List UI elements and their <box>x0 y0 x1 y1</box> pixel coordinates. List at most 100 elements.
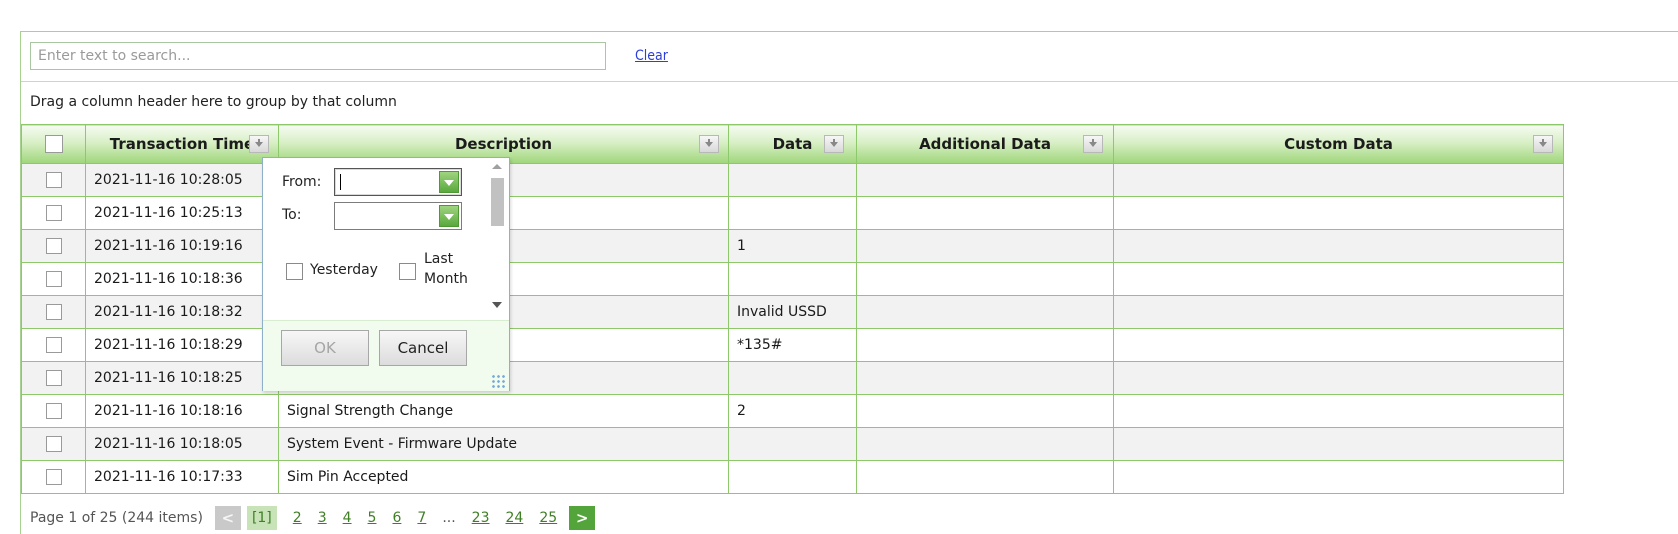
row-checkbox[interactable] <box>45 370 62 386</box>
page-link[interactable]: 4 <box>343 510 352 526</box>
row-spacer <box>1563 163 1672 197</box>
row-select-cell <box>21 163 86 197</box>
cell-data <box>728 460 857 494</box>
row-spacer <box>1563 295 1672 329</box>
search-input[interactable] <box>30 42 606 70</box>
pager: Page 1 of 25 (244 items) < [1] 2 3 4 5 6 7...… <box>21 503 596 533</box>
row-checkbox[interactable] <box>45 205 62 221</box>
row-checkbox[interactable] <box>45 436 62 452</box>
to-date-input[interactable] <box>334 202 462 230</box>
table-row[interactable]: 2021-11-16 10:17:33 Sim Pin Accepted <box>21 460 1672 494</box>
cell-additional-data <box>856 262 1114 296</box>
row-checkbox[interactable] <box>45 238 62 254</box>
row-select-cell <box>21 196 86 230</box>
page-link[interactable]: 25 <box>539 510 557 526</box>
header-spacer <box>1563 124 1672 164</box>
cell-custom-data <box>1113 163 1564 197</box>
row-checkbox[interactable] <box>45 403 62 419</box>
cell-additional-data <box>856 394 1114 428</box>
row-select-cell <box>21 427 86 461</box>
row-spacer <box>1563 427 1672 461</box>
cell-data <box>728 163 857 197</box>
ok-button[interactable]: OK <box>281 330 369 366</box>
filter-dropdown-icon[interactable] <box>1533 135 1553 153</box>
filter-dropdown-icon[interactable] <box>824 135 844 153</box>
row-select-cell <box>21 295 86 329</box>
table-row[interactable]: 2021-11-16 10:18:05 System Event - Firmwa… <box>21 427 1672 461</box>
resize-grip-icon[interactable] <box>491 374 507 388</box>
header-additional-data[interactable]: Additional Data <box>856 124 1114 164</box>
clear-link[interactable]: Clear <box>635 48 668 64</box>
header-data[interactable]: Data <box>728 124 857 164</box>
filter-dropdown-icon[interactable] <box>249 135 269 153</box>
page-link[interactable]: 5 <box>368 510 377 526</box>
row-spacer <box>1563 361 1672 395</box>
chevron-down-icon[interactable] <box>439 171 459 193</box>
yesterday-label: Yesterday <box>310 262 378 278</box>
cell-additional-data <box>856 295 1114 329</box>
cell-description: System Event - Firmware Update <box>278 427 729 461</box>
scroll-up-icon[interactable] <box>492 164 502 169</box>
select-all-checkbox[interactable] <box>44 135 63 154</box>
page-link[interactable]: 24 <box>506 510 524 526</box>
cell-additional-data <box>856 163 1114 197</box>
filter-dropdown-icon[interactable] <box>699 135 719 153</box>
header-label: Additional Data <box>919 135 1051 153</box>
from-label: From: <box>282 174 322 190</box>
cell-custom-data <box>1113 262 1564 296</box>
row-checkbox[interactable] <box>45 172 62 188</box>
last-month-label-line2: Month <box>424 271 468 287</box>
cell-transaction-time: 2021-11-16 10:18:16 <box>85 394 279 428</box>
row-checkbox[interactable] <box>45 304 62 320</box>
cell-data: 1 <box>728 229 857 263</box>
cell-custom-data <box>1113 196 1564 230</box>
cell-custom-data <box>1113 427 1564 461</box>
header-label: Custom Data <box>1284 135 1393 153</box>
scroll-down-icon[interactable] <box>492 302 502 308</box>
row-spacer <box>1563 460 1672 494</box>
header-transaction-time[interactable]: Transaction Time <box>85 124 279 164</box>
page-link[interactable]: 3 <box>318 510 327 526</box>
filter-dropdown-icon[interactable] <box>1083 135 1103 153</box>
from-date-input[interactable] <box>334 168 462 196</box>
row-select-cell <box>21 361 86 395</box>
to-label: To: <box>282 207 302 223</box>
row-spacer <box>1563 196 1672 230</box>
cell-additional-data <box>856 427 1114 461</box>
page-link[interactable]: 23 <box>472 510 490 526</box>
group-panel[interactable]: Drag a column header here to group by th… <box>21 82 1678 124</box>
page-link[interactable]: 2 <box>293 510 302 526</box>
row-checkbox[interactable] <box>45 271 62 287</box>
row-select-cell <box>21 460 86 494</box>
cell-transaction-time: 2021-11-16 10:28:05 <box>85 163 279 197</box>
cell-custom-data <box>1113 394 1564 428</box>
cell-transaction-time: 2021-11-16 10:25:13 <box>85 196 279 230</box>
cell-custom-data <box>1113 229 1564 263</box>
last-month-checkbox[interactable] <box>399 263 416 280</box>
popup-scrollbar[interactable] <box>483 158 507 320</box>
cell-transaction-time: 2021-11-16 10:17:33 <box>85 460 279 494</box>
page-link[interactable]: 7 <box>417 510 426 526</box>
next-page-button[interactable]: > <box>569 506 596 530</box>
row-checkbox[interactable] <box>45 469 62 485</box>
table-row[interactable]: 2021-11-16 10:18:16 Signal Strength Chang… <box>21 394 1672 428</box>
cell-transaction-time: 2021-11-16 10:18:32 <box>85 295 279 329</box>
header-label: Description <box>454 135 553 153</box>
cancel-button[interactable]: Cancel <box>379 330 467 366</box>
header-custom-data[interactable]: Custom Data <box>1113 124 1564 164</box>
page-links: 2 3 4 5 6 7... 23 24 25 <box>285 510 565 526</box>
last-month-label-line1: Last <box>424 251 454 267</box>
row-spacer <box>1563 328 1672 362</box>
cell-data <box>728 262 857 296</box>
chevron-down-icon[interactable] <box>439 205 459 227</box>
row-checkbox[interactable] <box>45 337 62 353</box>
cell-transaction-time: 2021-11-16 10:18:25 <box>85 361 279 395</box>
yesterday-checkbox[interactable] <box>286 263 303 280</box>
scroll-thumb[interactable] <box>491 178 504 226</box>
cell-custom-data <box>1113 328 1564 362</box>
cell-data: Invalid USSD <box>728 295 857 329</box>
prev-page-button[interactable]: < <box>214 506 241 530</box>
cell-additional-data <box>856 196 1114 230</box>
page-link[interactable]: 6 <box>392 510 401 526</box>
row-select-cell <box>21 394 86 428</box>
